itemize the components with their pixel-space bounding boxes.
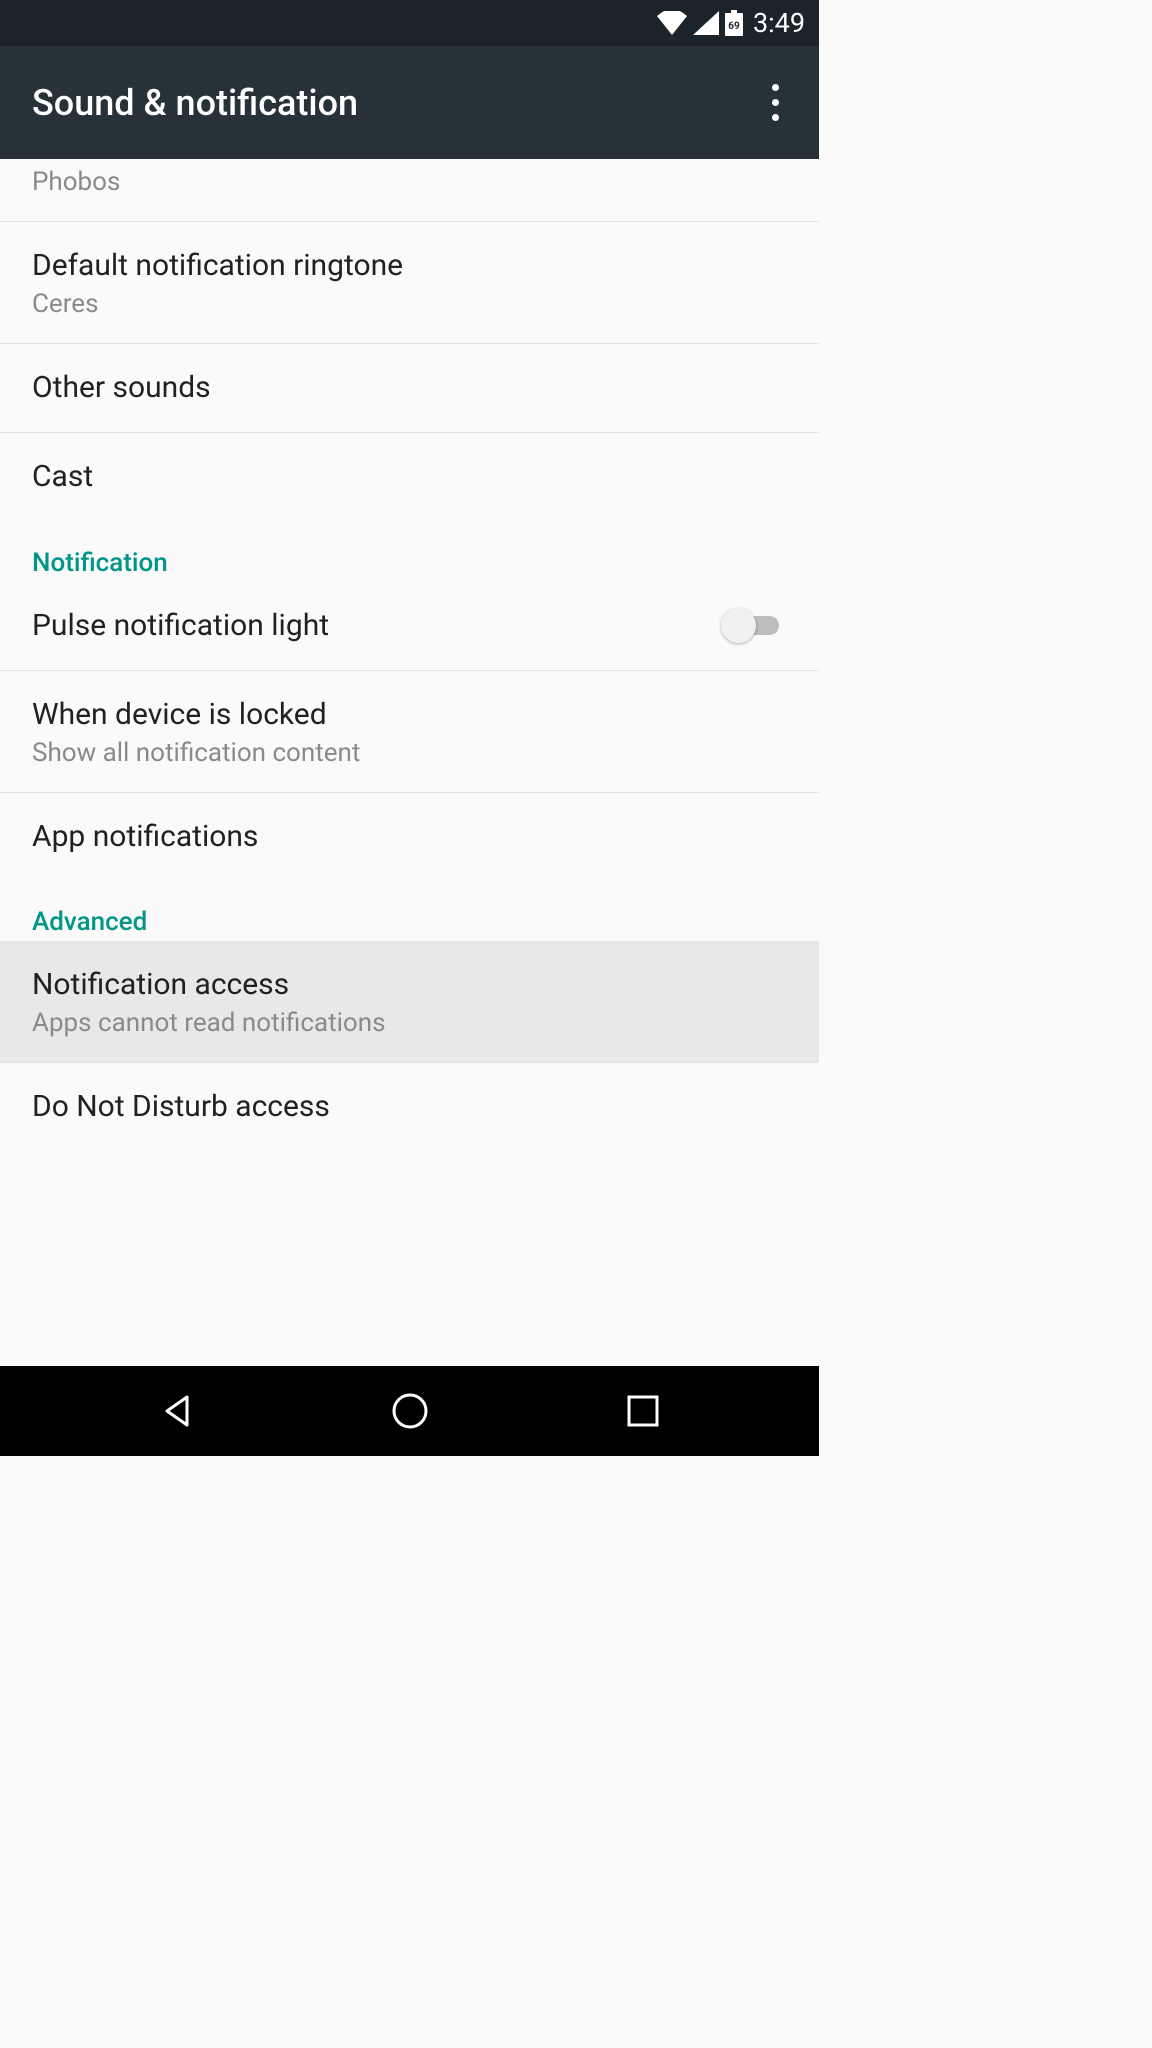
app-notifications-item[interactable]: App notifications	[0, 793, 819, 882]
recents-icon	[626, 1394, 660, 1428]
item-title: App notifications	[32, 817, 787, 858]
more-vert-icon	[772, 84, 779, 91]
battery-icon: 69	[725, 10, 743, 36]
section-header-notification: Notification	[0, 522, 819, 582]
status-bar: 69 3:49	[0, 0, 819, 46]
section-header-advanced: Advanced	[0, 881, 819, 941]
signal-icon	[693, 11, 719, 35]
back-button[interactable]	[117, 1381, 237, 1441]
settings-list[interactable]: Phobos Default notification ringtone Cer…	[0, 159, 819, 1366]
item-title: Default notification ringtone	[32, 246, 787, 287]
item-subtitle: Ceres	[32, 289, 787, 319]
item-title: When device is locked	[32, 695, 787, 736]
wifi-icon	[657, 11, 687, 35]
overflow-menu-button[interactable]	[755, 78, 795, 128]
home-button[interactable]	[350, 1381, 470, 1441]
status-clock: 3:49	[753, 7, 805, 39]
phone-ringtone-item[interactable]: Phobos	[0, 159, 819, 222]
item-title: Do Not Disturb access	[32, 1087, 787, 1128]
cast-item[interactable]: Cast	[0, 433, 819, 522]
item-subtitle: Apps cannot read notifications	[32, 1008, 787, 1038]
app-bar: Sound & notification	[0, 46, 819, 159]
item-title: Notification access	[32, 965, 787, 1006]
back-icon	[159, 1393, 195, 1429]
svg-text:69: 69	[728, 21, 740, 32]
when-device-locked-item[interactable]: When device is locked Show all notificat…	[0, 671, 819, 793]
item-title: Other sounds	[32, 368, 787, 409]
item-subtitle: Show all notification content	[32, 738, 787, 768]
other-sounds-item[interactable]: Other sounds	[0, 344, 819, 434]
page-title: Sound & notification	[32, 82, 358, 124]
pulse-notification-light-item[interactable]: Pulse notification light	[0, 582, 819, 672]
recents-button[interactable]	[583, 1381, 703, 1441]
dnd-access-item[interactable]: Do Not Disturb access	[0, 1063, 819, 1152]
navigation-bar	[0, 1366, 819, 1456]
default-notification-ringtone-item[interactable]: Default notification ringtone Ceres	[0, 222, 819, 344]
notification-access-item[interactable]: Notification access Apps cannot read not…	[0, 941, 819, 1063]
phone-ringtone-subtitle: Phobos	[32, 167, 787, 197]
pulse-notification-switch[interactable]	[721, 608, 787, 644]
item-title: Pulse notification light	[32, 606, 721, 647]
item-title: Cast	[32, 457, 787, 498]
home-icon	[390, 1391, 430, 1431]
